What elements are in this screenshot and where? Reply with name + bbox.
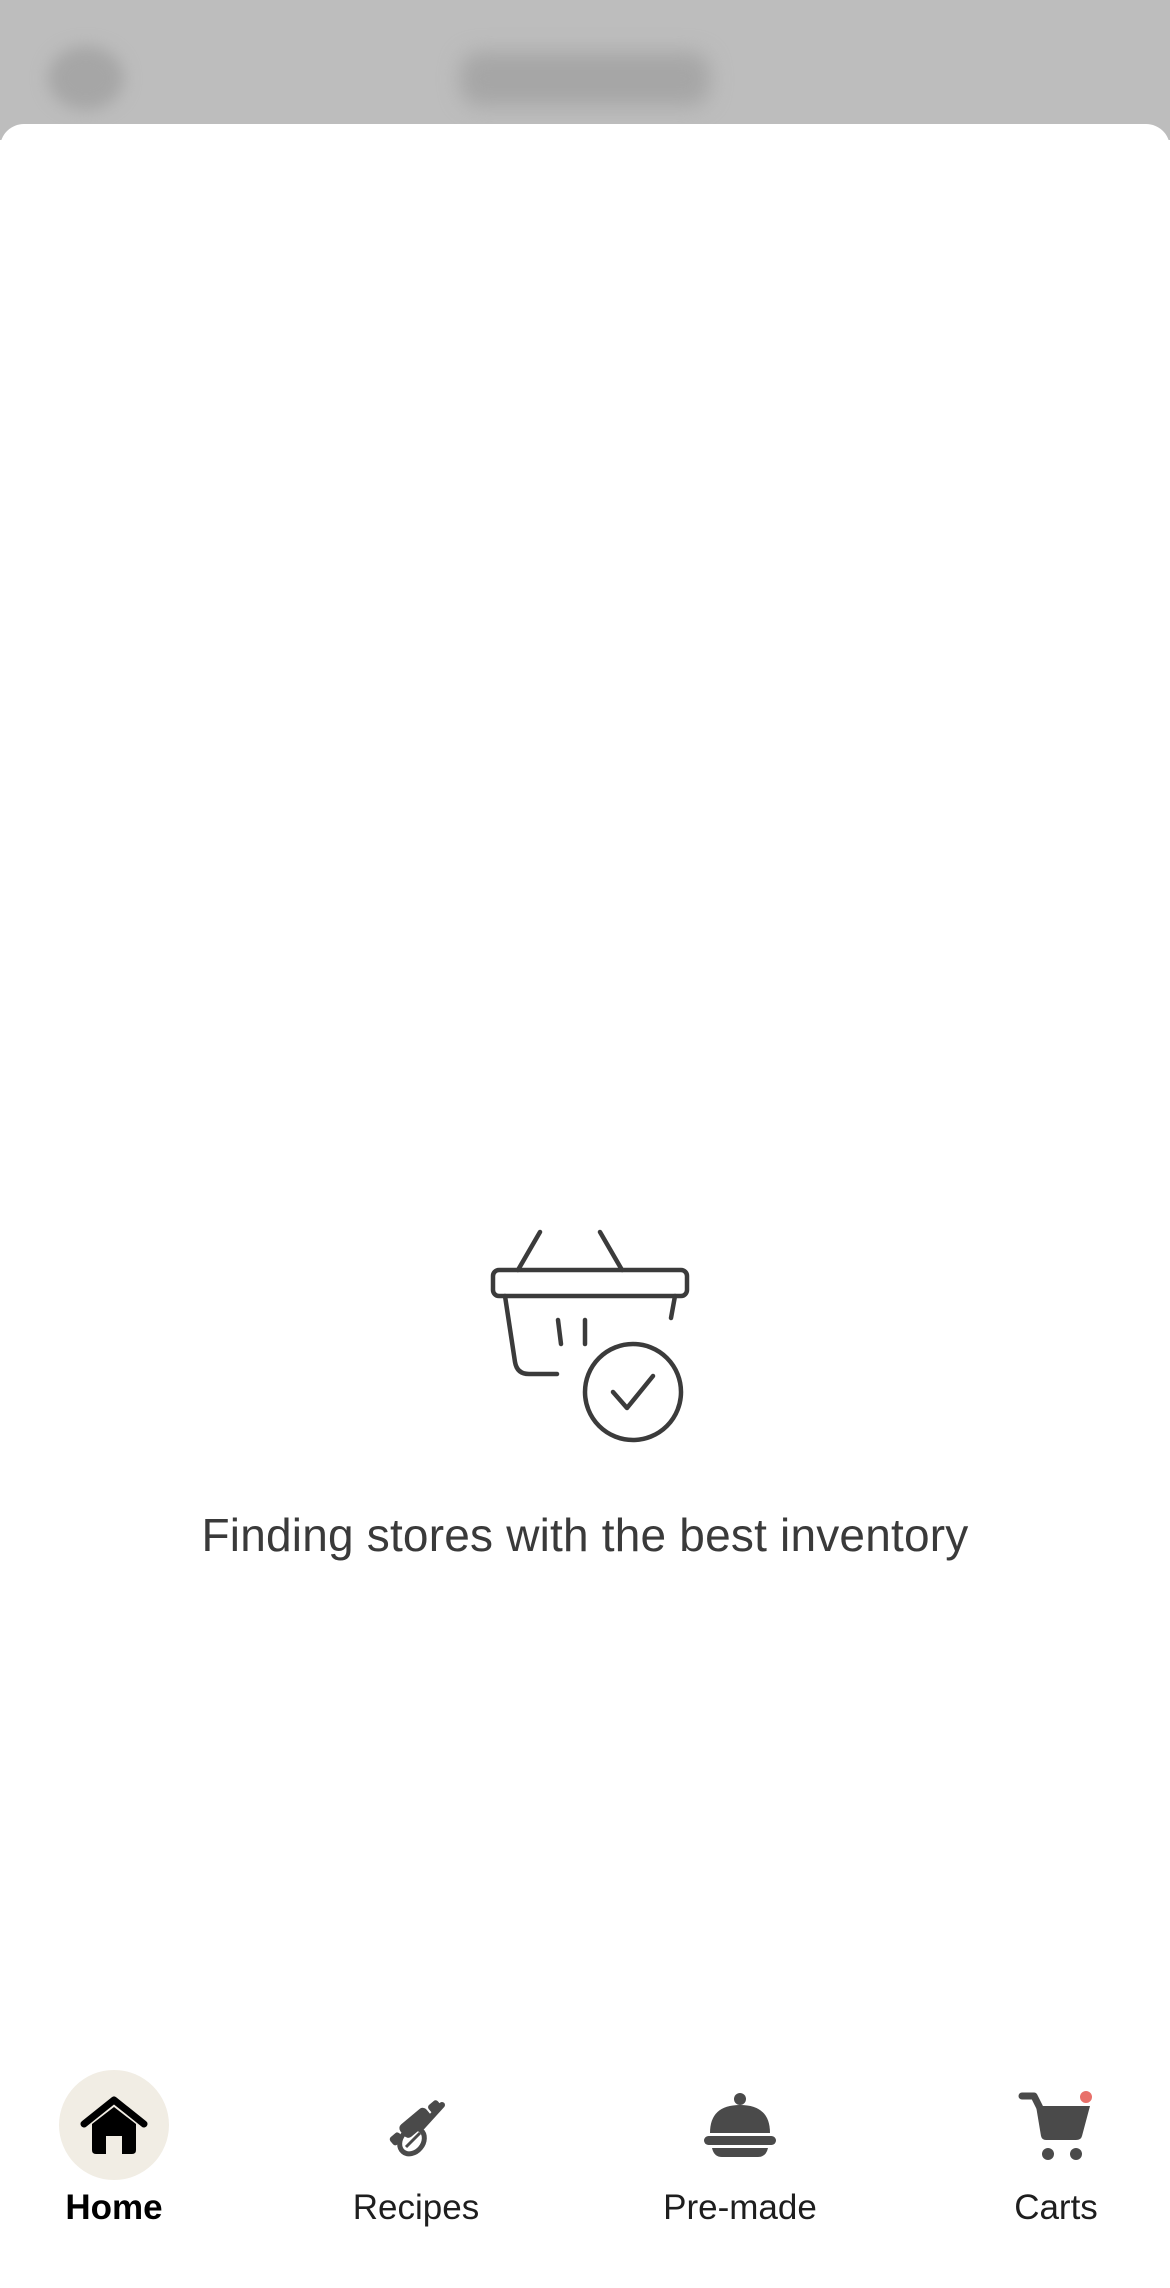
bottom-navigation: Home Recipes Pre-made Carts	[0, 2060, 1170, 2288]
nav-recipes-label: Recipes	[352, 2188, 480, 2227]
nav-premade-label: Pre-made	[663, 2188, 817, 2227]
nav-carts-label: Carts	[1014, 2188, 1098, 2227]
loading-message: Finding stores with the best inventory	[201, 1509, 969, 1561]
nav-premade[interactable]: Pre-made	[630, 2070, 850, 2270]
background-overlay[interactable]	[0, 0, 1170, 140]
carts-icon-wrap	[1001, 2070, 1111, 2180]
loading-state: Finding stores with the best inventory	[0, 1214, 1170, 1562]
loading-sheet: Finding stores with the best inventory	[0, 124, 1170, 2288]
nav-carts[interactable]: Carts	[946, 2070, 1166, 2270]
nav-recipes[interactable]: Recipes	[306, 2070, 526, 2270]
cart-notification-dot	[1077, 2088, 1095, 2106]
home-icon-pill	[59, 2070, 169, 2180]
nav-home-label: Home	[65, 2188, 163, 2227]
recipes-icon-wrap	[361, 2070, 471, 2180]
nav-home[interactable]: Home	[4, 2070, 224, 2270]
home-icon	[80, 2096, 148, 2154]
rolling-pin-whisk-icon	[389, 2100, 445, 2157]
blurred-logo	[460, 52, 710, 106]
blurred-menu-icon	[48, 46, 124, 110]
basket-check-icon	[490, 1229, 690, 1443]
app-screen: Finding stores with the best inventory H…	[0, 0, 1170, 2288]
premade-icon-wrap	[685, 2070, 795, 2180]
cloche-icon	[704, 2093, 776, 2157]
